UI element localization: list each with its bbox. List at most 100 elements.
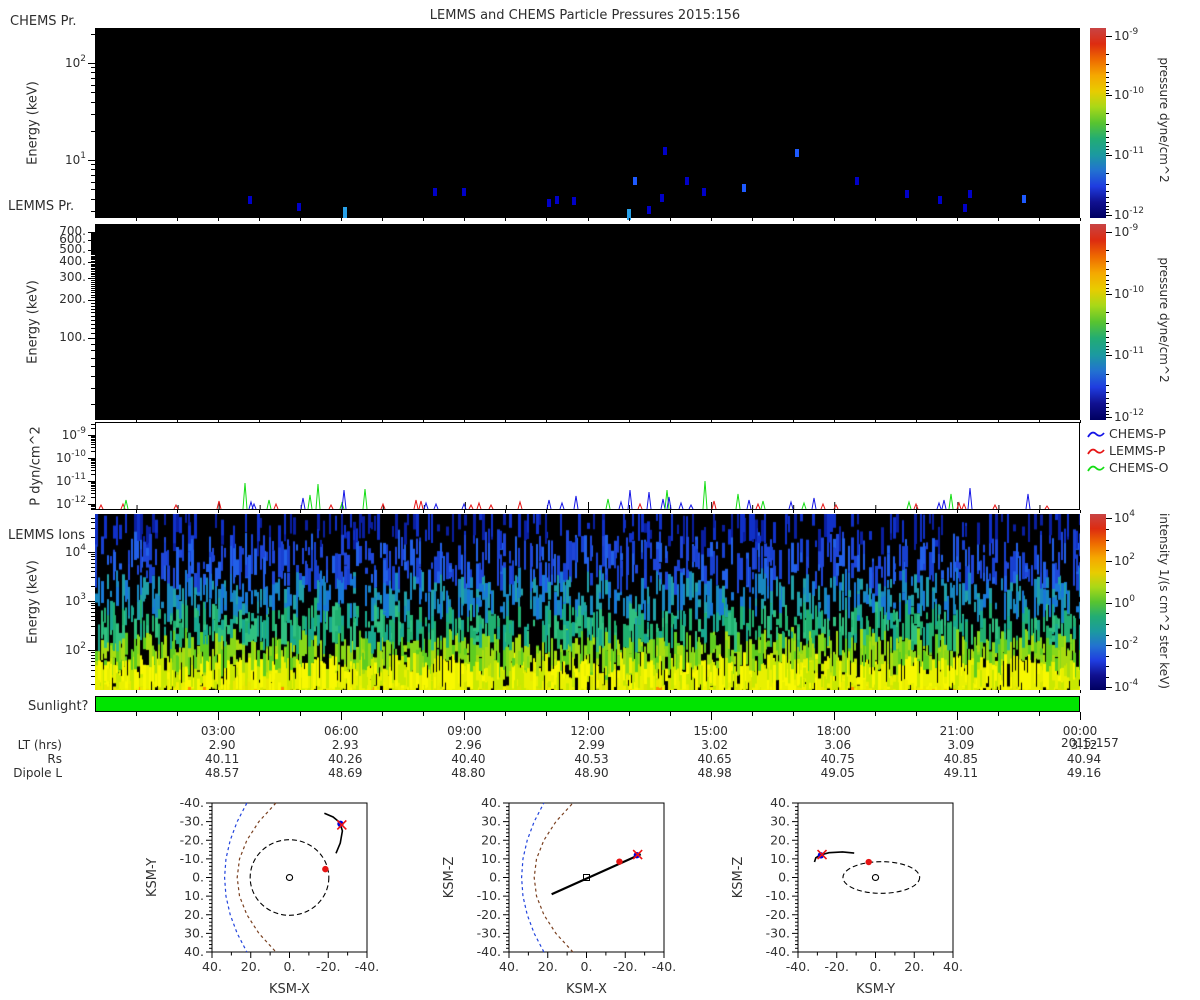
colorbar-minor-tick (1106, 352, 1109, 354)
pressure-spike (1044, 505, 1050, 509)
axis-row-value: 48.80 (451, 766, 486, 780)
colorbar-minor-tick (1106, 528, 1109, 530)
colorbar-tick (1106, 215, 1112, 217)
gap-hour-tick (915, 510, 917, 513)
y-axis-title: KSM-Z (442, 857, 457, 899)
time-tick-label: 06:00 (323, 724, 359, 738)
marker-x (336, 819, 347, 831)
colorbar-minor-tick (1106, 398, 1109, 400)
gap-hour-tick (792, 510, 794, 513)
pressure-spike (906, 500, 912, 509)
gap-hour-tick (710, 510, 712, 513)
gap-hour-tick (751, 218, 753, 221)
gap-hour-tick (833, 218, 835, 221)
y-tick-label: -30. (180, 814, 204, 829)
colorbar-minor-tick (1106, 71, 1109, 73)
panel2-yaxis-title: Energy (keV) (25, 280, 41, 364)
pressure-pixel (855, 177, 859, 185)
y-tick-label: 600. (59, 231, 86, 246)
pressure-pixel (702, 188, 706, 196)
y-tick-label: 101 (64, 151, 86, 167)
colorbar-minor-tick (1106, 173, 1109, 175)
pressure-spike (992, 503, 998, 509)
pressure-spike (328, 503, 334, 509)
orbit-plot-ksm-z-vs-ksm-x: 40. 20. 0. -20. -40.40.30.20.10.0.-10.-20.-3… (442, 795, 676, 997)
colorbar-minor-tick (1106, 341, 1109, 343)
gap-hour-tick (341, 690, 343, 693)
x-tick-label: -40. (355, 959, 379, 974)
plot-frame (797, 802, 954, 953)
gap-hour-tick (833, 690, 835, 693)
time-tick (136, 712, 138, 716)
gap-hour-tick (587, 690, 589, 693)
gap-hour-tick (341, 218, 343, 221)
gap-hour-tick (300, 218, 302, 221)
gap-hour-tick (505, 218, 507, 221)
time-tick (341, 712, 343, 720)
pressure-spike (967, 487, 973, 509)
colorbar-minor-tick (1106, 269, 1109, 270)
gap-hour-tick (259, 690, 261, 693)
y-major-tick (88, 63, 95, 64)
y-tick-label: 0. (192, 870, 204, 885)
marker-x (816, 849, 828, 860)
trajectory (324, 812, 344, 854)
gap-hour-tick (382, 690, 384, 693)
x-tick-label: 20. (904, 959, 924, 974)
gap-hour-tick (997, 510, 999, 513)
pressure-spike (307, 494, 313, 509)
pressure-spike (702, 480, 708, 509)
pressure-pixel (963, 204, 967, 212)
colorbar-minor-tick (1106, 581, 1109, 583)
axis-row-value: 2.90 (208, 738, 236, 752)
colorbar-tick (1106, 155, 1112, 157)
time-tick-label: 03:00 (200, 724, 236, 738)
y-tick-label: 102 (64, 54, 86, 70)
colorbar-tick-label: 10-11 (1114, 146, 1144, 163)
legend-item: CHEMS-P (1087, 423, 1166, 441)
pressure-pixel (647, 206, 651, 214)
magnetopause (533, 802, 574, 953)
y-tick-label: -10. (477, 888, 501, 903)
axis-row-value: 3.09 (947, 738, 975, 752)
time-tick (587, 712, 589, 720)
time-tick (505, 712, 507, 716)
y-tick-label: 0. (778, 870, 790, 885)
time-tick (669, 712, 671, 716)
pressure-spike (688, 503, 694, 509)
colorbar-minor-tick (1106, 86, 1109, 88)
gap-hour-tick (341, 510, 343, 513)
axis-row-value: 40.75 (820, 752, 855, 766)
colorbar-minor-tick (1106, 539, 1109, 541)
gap-hour-tick (751, 690, 753, 693)
axis-row-value: 49.05 (820, 766, 855, 780)
pressure-spike (746, 499, 752, 509)
lemms-pressure-spectrogram (95, 224, 1080, 420)
colorbar-tick (1106, 645, 1112, 647)
colorbar-tick (1106, 687, 1112, 689)
sunlight-status-bar (95, 696, 1080, 712)
gap-hour-tick (669, 218, 671, 221)
gap-hour-tick (710, 690, 712, 693)
axis-row-value: 40.11 (204, 752, 240, 766)
colorbar-minor-tick (1106, 131, 1109, 133)
time-tick-label: 18:00 (816, 724, 852, 738)
x-tick-label: -20. (613, 959, 637, 974)
pressure-spike (341, 489, 347, 509)
colorbar-minor-tick (1106, 261, 1109, 263)
time-tick (259, 712, 261, 716)
pressure-pixel (627, 209, 631, 220)
axis-row-value: 40.65 (697, 752, 732, 766)
y-tick-label: 30. (481, 814, 501, 829)
colorbar2-title: pressure dyne/cm^2 (1157, 257, 1171, 383)
pressure-spike (913, 502, 919, 509)
y-tick (88, 262, 95, 264)
colorbar-minor-tick (1106, 373, 1109, 375)
pressure-pixel (905, 190, 909, 198)
gap-hour-tick (1038, 218, 1040, 221)
pressure-colorbar-2 (1090, 224, 1106, 420)
pressure-colorbar-1 (1090, 28, 1106, 218)
y-tick-label: 500. (59, 241, 86, 256)
y-tick-label: 40. (481, 795, 501, 810)
x-tick-label: -40. (652, 959, 676, 974)
